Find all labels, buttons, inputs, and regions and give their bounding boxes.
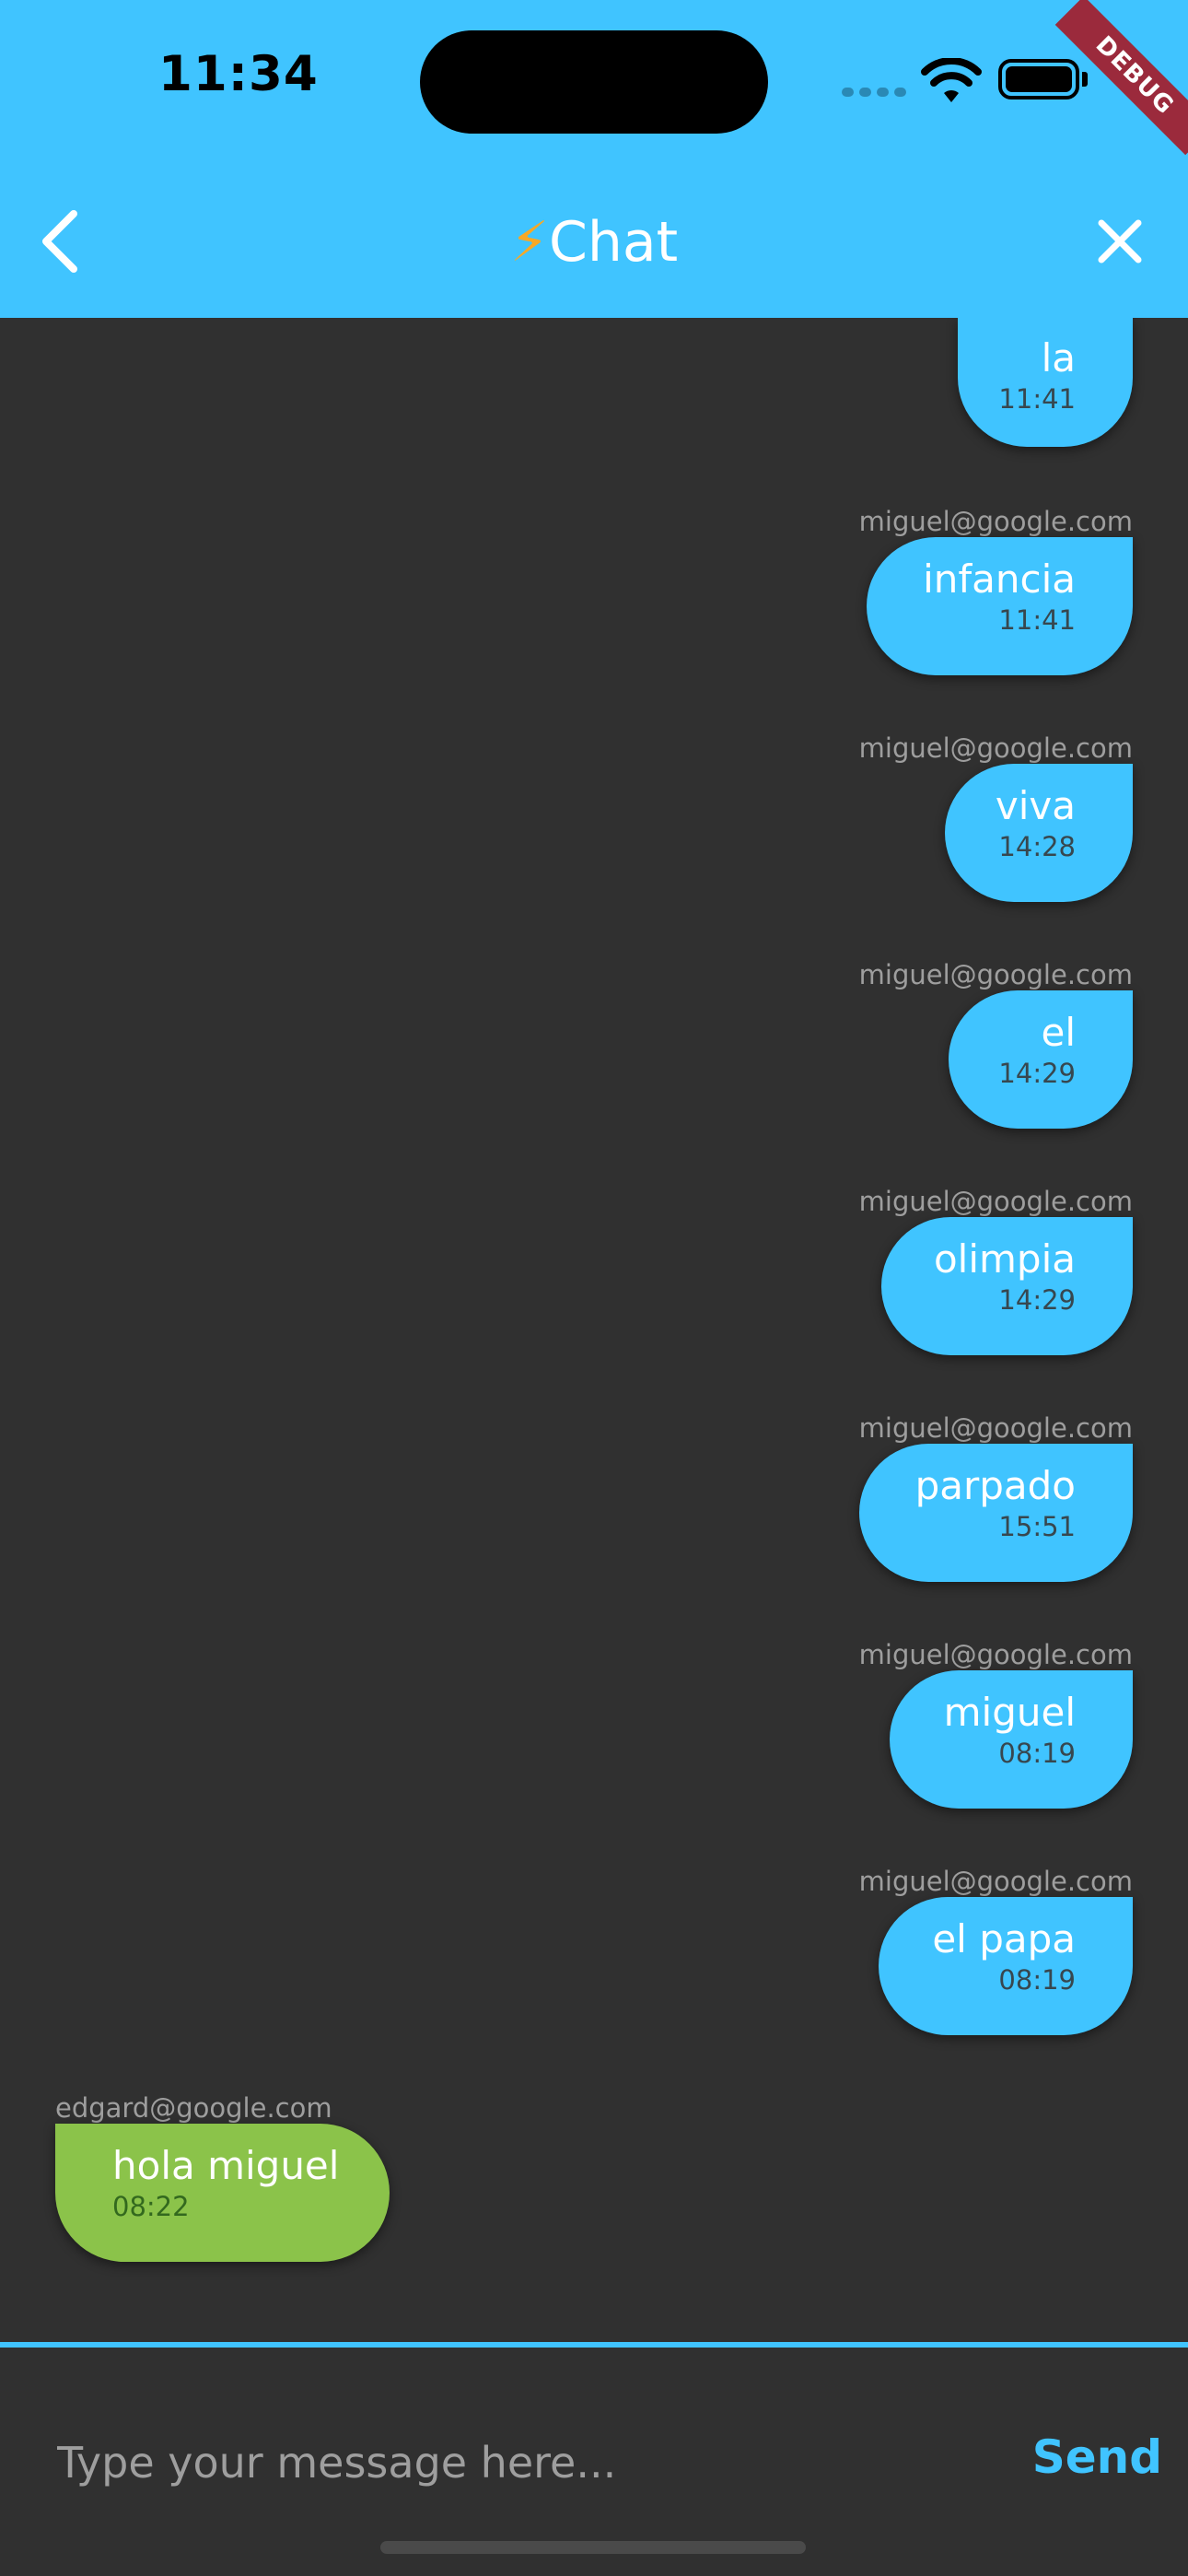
message-sender: miguel@google.com <box>858 1186 1133 1217</box>
message-sender: miguel@google.com <box>858 1866 1133 1897</box>
message-text: miguel <box>943 1690 1076 1735</box>
lightning-icon: ⚡ <box>509 210 549 275</box>
title-text: Chat <box>548 210 679 275</box>
message-sender: miguel@google.com <box>858 959 1133 990</box>
home-indicator[interactable] <box>380 2541 806 2554</box>
message-bubble: hola miguel 08:22 <box>55 2124 390 2262</box>
cellular-signal-icon <box>842 88 906 100</box>
battery-tip <box>1082 72 1088 87</box>
message-bubble: infancia 11:41 <box>867 537 1133 675</box>
message-sender: edgard@google.com <box>55 2092 332 2124</box>
message-bubble: miguel 08:19 <box>890 1670 1133 1809</box>
status-time: 11:34 <box>158 46 319 102</box>
message-text: olimpia <box>933 1236 1076 1282</box>
message-text: hola miguel <box>112 2143 340 2188</box>
message-text: parpado <box>914 1463 1076 1508</box>
message-bubble: el 14:29 <box>949 990 1133 1129</box>
message-sender: miguel@google.com <box>858 1412 1133 1444</box>
message-text: el papa <box>932 1916 1076 1961</box>
message-time: 08:19 <box>998 1738 1076 1769</box>
message-time: 14:28 <box>998 831 1076 862</box>
message-bubble: viva 14:28 <box>945 764 1133 902</box>
message-text: infancia <box>923 556 1076 602</box>
message-sender: miguel@google.com <box>858 1639 1133 1670</box>
message-time: 08:22 <box>112 2191 190 2222</box>
message-time: 14:29 <box>998 1284 1076 1316</box>
message-time: 08:19 <box>998 1964 1076 1996</box>
message-sender: miguel@google.com <box>858 506 1133 537</box>
battery-icon <box>998 59 1079 100</box>
message-sender: miguel@google.com <box>858 732 1133 764</box>
close-icon[interactable] <box>1092 214 1147 269</box>
send-button[interactable]: Send <box>1032 2430 1162 2484</box>
message-text: el <box>1041 1010 1076 1055</box>
message-bubble: el papa 08:19 <box>879 1897 1133 2035</box>
message-time: 15:51 <box>998 1511 1076 1542</box>
message-bubble: parpado 15:51 <box>859 1444 1133 1582</box>
message-input[interactable] <box>55 2425 980 2500</box>
message-time: 11:41 <box>998 604 1076 636</box>
message-time: 14:29 <box>998 1058 1076 1089</box>
message-time: 11:41 <box>998 383 1076 415</box>
message-text: viva <box>995 783 1076 828</box>
wifi-icon <box>921 58 982 102</box>
page-title: ⚡Chat <box>0 210 1188 275</box>
message-text: la <box>1041 335 1076 381</box>
message-bubble: la 11:41 <box>958 318 1133 447</box>
message-bubble: olimpia 14:29 <box>881 1217 1133 1355</box>
dynamic-island <box>420 30 768 134</box>
app-bar: 11:34 DEBUG ⚡Chat <box>0 0 1188 318</box>
message-list[interactable]: la 11:41 miguel@google.com infancia 11:4… <box>0 318 1188 2345</box>
